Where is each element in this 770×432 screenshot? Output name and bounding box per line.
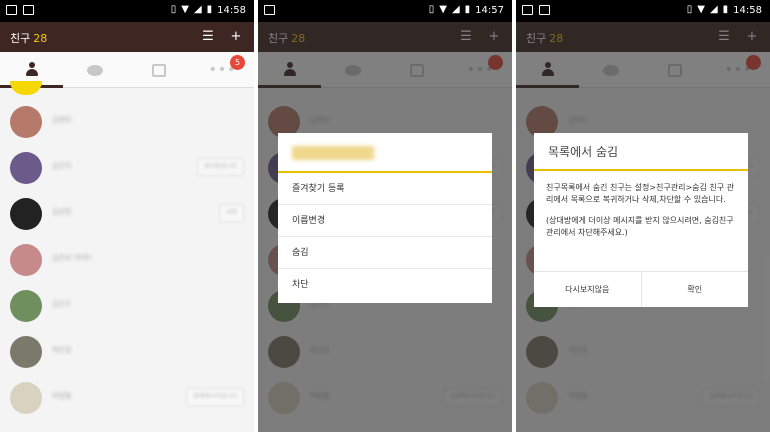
wifi-icon: ▼ — [697, 4, 705, 15]
friend-status-message: 상태메시지입니다 — [185, 388, 244, 406]
friend-name: 김은수 — [52, 300, 72, 308]
news-icon — [151, 63, 166, 77]
gallery-notification-icon — [522, 5, 533, 15]
battery-icon: ▮ — [722, 4, 729, 15]
message-notification-icon — [264, 5, 275, 15]
chat-bubble-icon — [86, 64, 103, 76]
clock: 14:57 — [475, 4, 504, 16]
friend-name: 김성현 — [52, 208, 72, 216]
vibrate-icon: ▯ — [428, 4, 435, 15]
menu-add-favorite[interactable]: 즐겨찾기 등록 — [278, 173, 492, 205]
friend-row[interactable]: 김성현 사랑 — [0, 191, 254, 235]
status-bar: ▯ ▼ ◢ ▮ 14:58 — [0, 0, 254, 22]
vibrate-icon: ▯ — [170, 4, 177, 15]
title-label: 친구 — [10, 32, 31, 45]
friend-menu-screen: ▯ ▼ ◢ ▮ 14:57 친구28 ☰ + ••• 김영민김은지생각중입니다김… — [258, 0, 512, 432]
menu-rename[interactable]: 이름변경 — [278, 205, 492, 237]
tab-channel[interactable] — [127, 52, 190, 88]
friend-list: 김영민김은지 생각중입니다김성현 사랑김은비 (하루) 김은수박은정박범철 상태메시지입… — [0, 81, 254, 432]
friend-row[interactable]: 김영민 — [0, 99, 254, 143]
friends-screen: ▯ ▼ ◢ ▮ 14:58 친구 28 ☰ + ••• 5 김영민김은지 생각중입니다… — [0, 0, 254, 432]
signal-icon: ◢ — [451, 4, 460, 15]
message-notification-icon — [23, 5, 34, 15]
tab-more[interactable]: ••• 5 — [191, 52, 254, 88]
friend-status-message: 생각중입니다 — [196, 158, 244, 176]
signal-icon: ◢ — [193, 4, 202, 15]
friend-avatar[interactable] — [10, 106, 42, 138]
menu-hide[interactable]: 숨김 — [278, 237, 492, 269]
wifi-icon: ▼ — [181, 4, 189, 15]
battery-icon: ▮ — [464, 4, 471, 15]
menu-block[interactable]: 차단 — [278, 269, 492, 301]
vibrate-icon: ▯ — [686, 4, 693, 15]
status-bar: ▯ ▼ ◢ ▮ 14:58 — [516, 0, 770, 22]
friend-count: 28 — [33, 32, 48, 45]
dialog-message: 친구목록에서 숨긴 친구는 설정>친구관리>숨김 친구 관리에서 목록으로 복귀… — [534, 171, 748, 269]
gallery-notification-icon — [6, 5, 17, 15]
dont-show-again-button[interactable]: 다시보지않음 — [534, 272, 641, 307]
confirm-button[interactable]: 확인 — [640, 272, 749, 307]
friend-avatar[interactable] — [10, 336, 42, 368]
friend-name: 김은지 — [52, 162, 72, 170]
friend-name: 김은비 (하루) — [52, 254, 92, 262]
page-title: 친구28 — [10, 30, 47, 46]
friend-avatar[interactable] — [10, 382, 42, 414]
sort-icon[interactable]: ☰ — [200, 29, 216, 44]
add-friend-icon[interactable]: + — [228, 29, 244, 44]
friend-context-menu: 즐겨찾기 등록 이름변경 숨김 차단 — [278, 133, 492, 303]
dialog-message-line-1: 친구목록에서 숨긴 친구는 설정>친구관리>숨김 친구 관리에서 목록으로 복귀… — [546, 183, 735, 204]
dialog-title: 목록에서 숨김 — [534, 133, 748, 171]
clock: 14:58 — [733, 4, 762, 16]
person-icon — [25, 61, 38, 76]
friend-name: 박범철 — [52, 392, 72, 400]
wifi-icon: ▼ — [439, 4, 447, 15]
battery-icon: ▮ — [206, 4, 213, 15]
friend-status-message: 사랑 — [218, 204, 244, 222]
friend-avatar[interactable] — [10, 152, 42, 184]
signal-icon: ◢ — [709, 4, 718, 15]
my-profile-avatar[interactable] — [10, 81, 42, 95]
notification-badge: 5 — [230, 55, 245, 70]
menu-header-blurred-name — [278, 133, 492, 173]
friend-avatar[interactable] — [10, 198, 42, 230]
clock: 14:58 — [217, 4, 246, 16]
friend-name: 박은정 — [52, 346, 72, 354]
dialog-message-line-2: (상대방에게 더이상 메시지를 받지 않으시려면, 숨김친구관리에서 차단해주세… — [546, 216, 734, 237]
app-bar: 친구28 ☰ + — [0, 22, 254, 52]
message-notification-icon — [539, 5, 550, 15]
hide-dialog-screen: ▯ ▼ ◢ ▮ 14:58 친구28 ☰ + ••• 김영민김은지생각중입니다김… — [516, 0, 770, 432]
friend-avatar[interactable] — [10, 244, 42, 276]
hide-from-list-dialog: 목록에서 숨김 친구목록에서 숨긴 친구는 설정>친구관리>숨김 친구 관리에서… — [534, 133, 748, 307]
friend-row[interactable]: 김은지 생각중입니다 — [0, 145, 254, 189]
blurred-friend-name — [292, 146, 374, 160]
friend-avatar[interactable] — [10, 290, 42, 322]
friend-row[interactable]: 박범철 상태메시지입니다 — [0, 375, 254, 419]
friend-row[interactable]: 김은비 (하루) — [0, 237, 254, 281]
dialog-buttons: 다시보지않음 확인 — [534, 271, 748, 307]
friend-row[interactable]: 김은수 — [0, 283, 254, 327]
friend-row[interactable]: 박은정 — [0, 329, 254, 373]
tab-chats[interactable] — [63, 52, 126, 88]
friend-name: 김영민 — [52, 116, 72, 124]
status-bar: ▯ ▼ ◢ ▮ 14:57 — [258, 0, 512, 22]
